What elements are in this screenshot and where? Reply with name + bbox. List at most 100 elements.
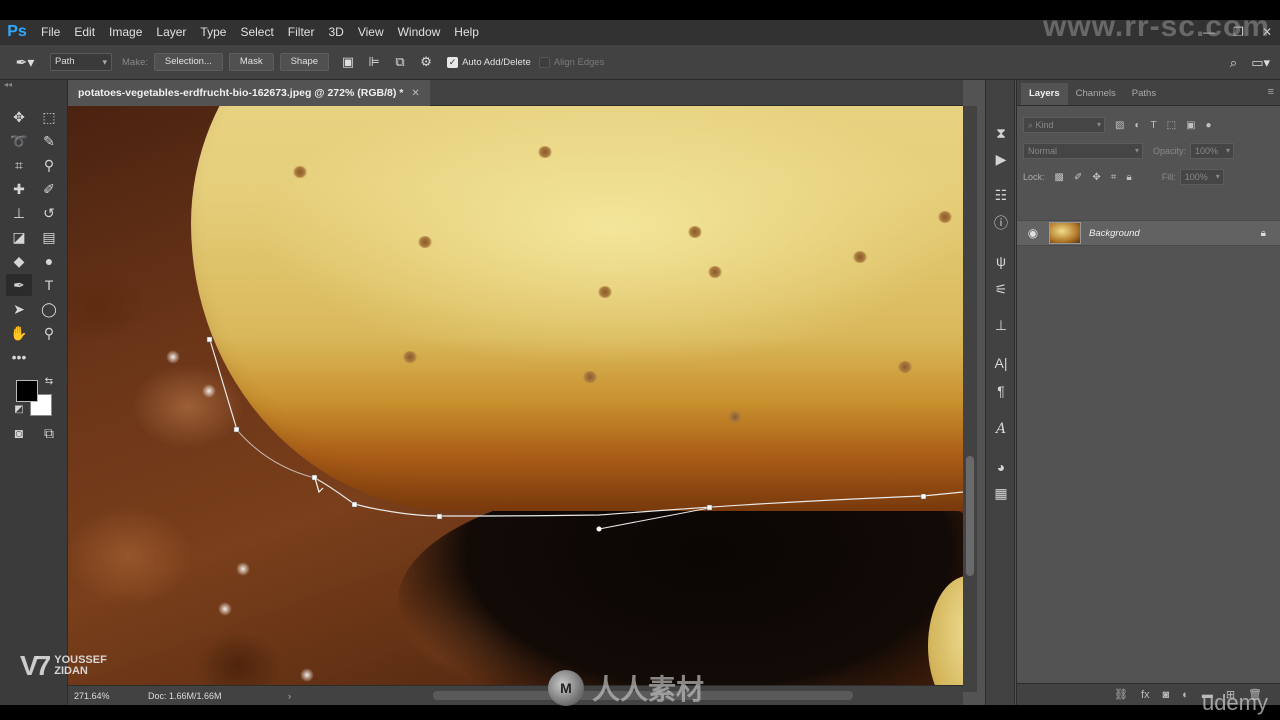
image-canvas[interactable] (68, 106, 963, 692)
ellipse-tool-icon[interactable]: ◯ (36, 298, 62, 320)
history-panel-icon[interactable]: ⧗ (990, 122, 1012, 144)
zoom-tool-icon[interactable]: ⚲ (36, 322, 62, 344)
pen-path[interactable] (68, 106, 963, 692)
filter-shape-icon[interactable]: ⬚ (1167, 120, 1176, 131)
swap-colors-icon[interactable]: ⇆ (36, 370, 62, 392)
quick-mask-icon[interactable]: ◙ (6, 422, 32, 444)
path-arrangement-icon[interactable]: ⧉ (387, 49, 413, 75)
vertical-scrollbar[interactable] (963, 106, 977, 692)
make-mask-button[interactable]: Mask (228, 53, 274, 71)
path-operations-icon[interactable]: ▣ (335, 49, 361, 75)
quick-selection-tool-icon[interactable]: ✎ (36, 130, 62, 152)
foreground-color-swatch[interactable] (16, 380, 38, 402)
type-tool-icon[interactable]: T (36, 274, 62, 296)
brushes-panel-icon[interactable]: ψ (990, 250, 1012, 272)
eraser-tool-icon[interactable]: ◪ (6, 226, 32, 248)
path-selection-tool-icon[interactable]: ➤ (6, 298, 32, 320)
menu-window[interactable]: Window (391, 20, 448, 44)
crop-tool-icon[interactable]: ⌗ (6, 154, 32, 176)
menu-filter[interactable]: Filter (281, 20, 322, 44)
search-icon[interactable]: ⌕ (1230, 55, 1237, 71)
vertical-scroll-thumb[interactable] (966, 456, 974, 576)
lasso-tool-icon[interactable]: ➰ (6, 130, 32, 152)
path-alignment-icon[interactable]: ⊫ (361, 49, 387, 75)
layer-row-background[interactable]: ◉ Background 🔒︎ (1017, 220, 1280, 246)
marquee-tool-icon[interactable]: ⬚ (36, 106, 62, 128)
kind-filter-select[interactable]: ⌕ Kind (1023, 117, 1105, 133)
history-brush-tool-icon[interactable]: ↺ (36, 202, 62, 224)
status-menu-arrow-icon[interactable]: › (288, 691, 308, 701)
actions-panel-icon[interactable]: ▶ (990, 148, 1012, 170)
menu-layer[interactable]: Layer (149, 20, 193, 44)
link-layers-icon[interactable]: ⛓ (1114, 688, 1128, 701)
gear-icon[interactable]: ⚙ (413, 49, 439, 75)
layer-lock-icon[interactable]: 🔒︎ (1261, 228, 1266, 239)
character-panel-icon[interactable]: A| (990, 352, 1012, 374)
menu-view[interactable]: View (351, 20, 391, 44)
align-edges-checkbox[interactable] (538, 56, 550, 68)
filter-smart-object-icon[interactable]: ▣ (1186, 120, 1195, 131)
move-tool-icon[interactable]: ✥ (6, 106, 32, 128)
filter-adjustment-icon[interactable]: ◐ (1134, 120, 1140, 131)
glyphs-panel-icon[interactable]: A (990, 418, 1012, 440)
workspace-icon[interactable]: ▭▾ (1251, 55, 1270, 71)
anchor-point[interactable] (206, 336, 213, 343)
lock-transparent-icon[interactable]: ▩ (1055, 172, 1064, 183)
screen-mode-icon[interactable]: ⧉ (36, 422, 62, 444)
adjustment-layer-icon[interactable]: ◐ (1182, 689, 1189, 701)
opacity-field[interactable]: 100% (1190, 143, 1235, 159)
filter-pixel-icon[interactable]: ▨ (1115, 120, 1124, 131)
tab-paths[interactable]: Paths (1124, 83, 1164, 105)
auto-add-delete-checkbox[interactable]: ✓ (447, 56, 459, 68)
fill-field[interactable]: 100% (1179, 169, 1224, 185)
lock-position-icon[interactable]: ✥ (1092, 172, 1100, 183)
anchor-point[interactable] (920, 493, 927, 500)
zoom-level[interactable]: 271.64% (68, 691, 148, 701)
anchor-point[interactable] (351, 501, 358, 508)
blur-tool-icon[interactable]: ◆ (6, 250, 32, 272)
lock-artboard-icon[interactable]: ⌗ (1111, 172, 1117, 183)
lock-all-icon[interactable]: 🔒︎ (1126, 172, 1131, 183)
properties-panel-icon[interactable]: ☷ (990, 184, 1012, 206)
hand-tool-icon[interactable]: ✋ (6, 322, 32, 344)
make-selection-button[interactable]: Selection... (153, 53, 223, 71)
menu-edit[interactable]: Edit (67, 20, 102, 44)
dodge-tool-icon[interactable]: ● (36, 250, 62, 272)
clone-stamp-tool-icon[interactable]: ⊥ (6, 202, 32, 224)
menu-3d[interactable]: 3D (321, 20, 350, 44)
anchor-point[interactable] (436, 513, 443, 520)
swatches-panel-icon[interactable]: ▦ (990, 482, 1012, 504)
blend-mode-select[interactable]: Normal (1023, 143, 1143, 159)
eyedropper-tool-icon[interactable]: ⚲ (36, 154, 62, 176)
tab-layers[interactable]: Layers (1021, 83, 1068, 105)
anchor-point[interactable] (706, 504, 713, 511)
close-tab-icon[interactable]: ✕ (411, 88, 419, 99)
tab-channels[interactable]: Channels (1068, 83, 1124, 105)
adjustments-panel-icon[interactable]: ⚟ (990, 278, 1012, 300)
anchor-point[interactable] (311, 474, 318, 481)
layer-style-icon[interactable]: fx (1141, 689, 1150, 701)
menu-file[interactable]: File (34, 20, 67, 44)
tool-mode-select[interactable]: Path (50, 53, 112, 71)
healing-brush-tool-icon[interactable]: ✚ (6, 178, 32, 200)
filter-toggle-icon[interactable]: ● (1206, 120, 1212, 131)
info-panel-icon[interactable]: ⓘ (990, 212, 1012, 234)
layer-name[interactable]: Background (1089, 228, 1140, 239)
3d-panel-icon[interactable]: ◕ (990, 456, 1012, 478)
gradient-tool-icon[interactable]: ▤ (36, 226, 62, 248)
paragraph-panel-icon[interactable]: ¶ (990, 380, 1012, 402)
pen-tool-icon[interactable]: ✒ (6, 274, 32, 296)
filter-type-icon[interactable]: T (1151, 120, 1157, 131)
document-tab[interactable]: potatoes-vegetables-erdfrucht-bio-162673… (68, 80, 430, 106)
collapse-icon[interactable]: ◂◂ (4, 80, 12, 89)
direction-handle[interactable] (596, 526, 602, 532)
menu-image[interactable]: Image (102, 20, 149, 44)
more-tools-icon[interactable]: ••• (6, 346, 32, 368)
panel-menu-icon[interactable]: ≡ (1268, 86, 1274, 98)
clone-source-panel-icon[interactable]: ⊥ (990, 314, 1012, 336)
menu-select[interactable]: Select (233, 20, 280, 44)
menu-type[interactable]: Type (193, 20, 233, 44)
menu-help[interactable]: Help (447, 20, 486, 44)
pen-tool-preset-icon[interactable]: ✒▾ (0, 44, 50, 80)
brush-tool-icon[interactable]: ✐ (36, 178, 62, 200)
